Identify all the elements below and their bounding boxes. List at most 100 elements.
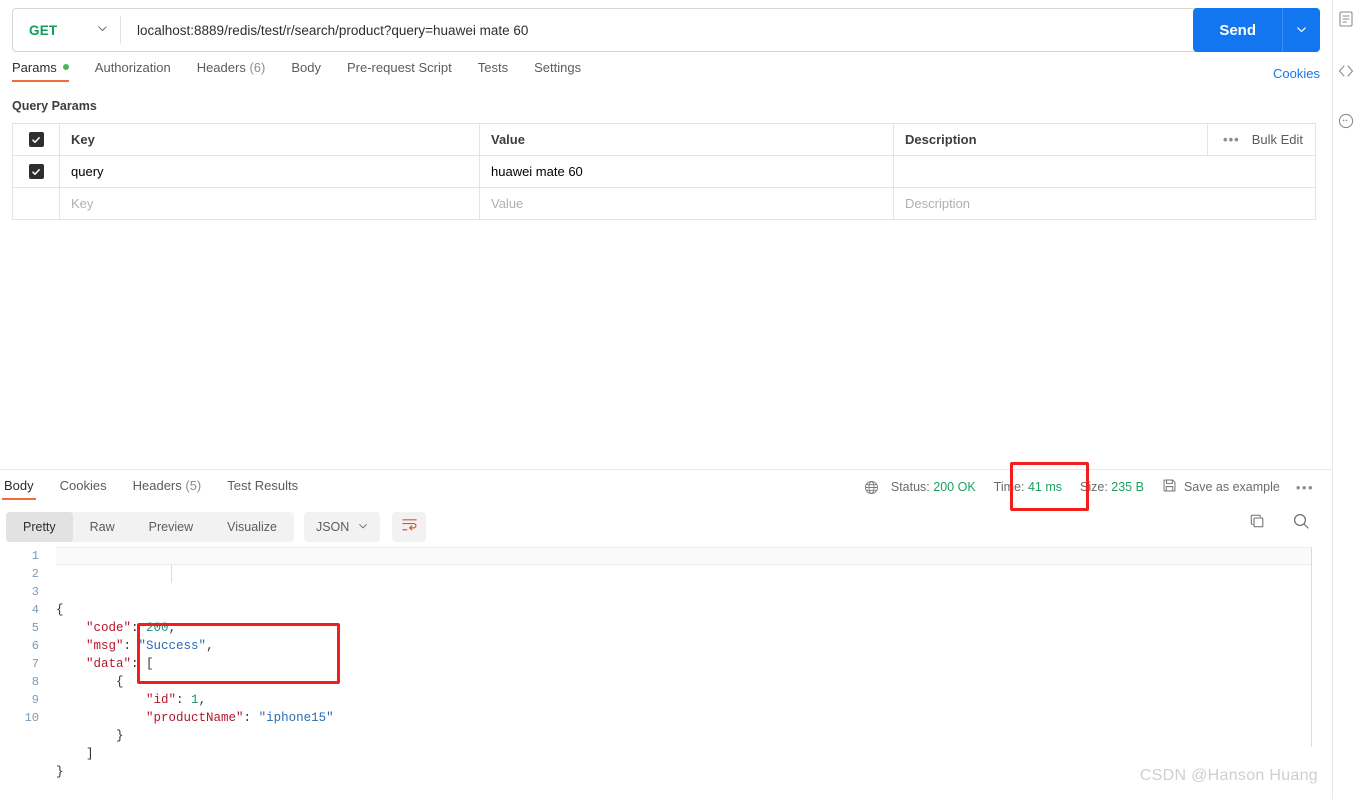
response-tab-test-results[interactable]: Test Results xyxy=(225,478,300,500)
bulk-edit-button[interactable]: Bulk Edit xyxy=(1252,132,1303,147)
response-tab-cookies[interactable]: Cookies xyxy=(58,478,109,500)
code-token: } xyxy=(56,729,124,743)
copy-icon[interactable] xyxy=(1249,513,1266,530)
globe-icon xyxy=(864,480,879,495)
code-line: ] xyxy=(56,745,1311,763)
line-number: 10 xyxy=(24,711,39,725)
send-button[interactable]: Send xyxy=(1193,8,1282,52)
main-panel: GET Send Params xyxy=(0,0,1332,799)
row-value-input[interactable]: huawei mate 60 xyxy=(480,156,894,187)
status-label: Status: xyxy=(890,480,930,494)
code-token: 200 xyxy=(146,621,169,635)
response-format-bar: Pretty Raw Preview Visualize JSON xyxy=(6,512,427,542)
url-input[interactable] xyxy=(121,9,1205,51)
response-divider xyxy=(0,469,1332,470)
code-token: : xyxy=(131,621,147,635)
documentation-icon[interactable] xyxy=(1337,10,1356,30)
chevron-down-icon xyxy=(1296,23,1307,38)
empty-row-key-input[interactable]: Key xyxy=(60,188,480,219)
row-select-cell xyxy=(13,156,60,187)
tab-tests-label: Tests xyxy=(477,60,509,75)
table-header-row: Key Value Description ••• Bulk Edit xyxy=(13,124,1315,156)
row-key-input[interactable]: query xyxy=(60,156,480,187)
header-key: Key xyxy=(60,124,480,155)
http-method-dropdown[interactable]: GET xyxy=(13,9,120,51)
tab-tests[interactable]: Tests xyxy=(478,60,508,82)
code-token: 1 xyxy=(191,693,199,707)
response-status-strip: Status: 200 OK Time: 41 ms Size: 235 B S… xyxy=(864,478,1314,496)
save-as-example-button[interactable]: Save as example xyxy=(1162,478,1280,496)
status-badge: Status: 200 OK xyxy=(891,480,976,494)
tab-params-label: Params xyxy=(12,60,57,75)
send-options-button[interactable] xyxy=(1282,8,1320,52)
code-token: "code" xyxy=(86,621,132,635)
request-url-row: GET Send xyxy=(12,8,1320,52)
code-token: ] xyxy=(56,747,94,761)
format-raw[interactable]: Raw xyxy=(73,512,132,542)
format-visualize[interactable]: Visualize xyxy=(210,512,294,542)
cookies-link[interactable]: Cookies xyxy=(1273,66,1320,81)
response-tab-test-results-label: Test Results xyxy=(227,478,299,493)
code-line: } xyxy=(56,763,1311,781)
tab-pre-request-script-label: Pre-request Script xyxy=(346,60,452,75)
row-checkbox[interactable] xyxy=(28,164,44,179)
format-preview[interactable]: Preview xyxy=(132,512,210,542)
tab-authorization[interactable]: Authorization xyxy=(95,60,171,82)
tab-params[interactable]: Params xyxy=(12,60,69,82)
response-more-options-icon[interactable]: ••• xyxy=(1296,480,1314,495)
chevron-down-icon xyxy=(97,21,108,39)
table-row: query huawei mate 60 xyxy=(13,156,1315,188)
code-content[interactable]: { "code": 200, "msg": "Success", "data":… xyxy=(56,547,1311,779)
code-token: "msg" xyxy=(86,639,124,653)
empty-row-description-input[interactable]: Description xyxy=(894,188,1315,219)
http-method-label: GET xyxy=(29,22,58,38)
tab-headers-label: Headers xyxy=(196,60,246,75)
query-params-table: Key Value Description ••• Bulk Edit quer… xyxy=(12,123,1316,220)
tab-headers-count: (6) xyxy=(249,60,266,75)
code-token: : xyxy=(176,693,192,707)
code-snippet-icon[interactable] xyxy=(1337,62,1356,82)
response-tab-body-label: Body xyxy=(4,478,34,493)
code-token: "data" xyxy=(86,657,132,671)
empty-row-select-cell xyxy=(13,188,60,219)
select-all-cell xyxy=(13,124,60,155)
size-label: Size: xyxy=(1080,480,1108,494)
tab-body[interactable]: Body xyxy=(291,60,321,82)
wrap-text-button[interactable] xyxy=(392,512,427,542)
tab-headers[interactable]: Headers (6) xyxy=(197,60,266,82)
response-tab-body[interactable]: Body xyxy=(2,478,36,500)
comments-icon[interactable] xyxy=(1337,112,1356,132)
select-all-checkbox[interactable] xyxy=(28,132,44,147)
line-number: 4 xyxy=(31,603,39,617)
tab-settings-label: Settings xyxy=(534,60,582,75)
line-number: 3 xyxy=(31,585,39,599)
code-line: "productName": "iphone15" xyxy=(56,709,1311,727)
size-badge: Size: 235 B xyxy=(1080,480,1144,494)
watermark: CSDN @Hanson Huang xyxy=(1139,767,1318,784)
save-as-example-label: Save as example xyxy=(1183,480,1280,494)
response-body-code[interactable]: 1 2 3 4 5 6 7 8 9 10 { "code": 200, "msg": "Succe… xyxy=(0,547,1332,779)
time-label: Time: xyxy=(993,480,1025,494)
tab-body-label: Body xyxy=(291,60,321,75)
code-token: : [ xyxy=(131,657,154,671)
response-tab-headers-count: (5) xyxy=(185,478,202,493)
response-tab-headers[interactable]: Headers (5) xyxy=(131,478,204,500)
tab-authorization-label: Authorization xyxy=(94,60,171,75)
code-token: , xyxy=(198,693,207,707)
row-description-input[interactable] xyxy=(894,156,1315,187)
format-segmented-control: Pretty Raw Preview Visualize xyxy=(6,512,294,542)
response-tab-headers-label: Headers xyxy=(132,478,182,493)
response-body-actions xyxy=(1249,512,1310,530)
tab-pre-request-script[interactable]: Pre-request Script xyxy=(347,60,452,82)
search-icon[interactable] xyxy=(1292,512,1310,530)
code-line: "id": 1, xyxy=(56,691,1311,709)
tab-settings[interactable]: Settings xyxy=(534,60,581,82)
postman-window: GET Send Params xyxy=(0,0,1356,799)
format-pretty[interactable]: Pretty xyxy=(6,512,73,542)
empty-row-value-input[interactable]: Value xyxy=(480,188,894,219)
more-options-icon[interactable]: ••• xyxy=(1223,132,1240,147)
code-line: { xyxy=(56,601,1311,619)
table-actions: ••• Bulk Edit xyxy=(1207,124,1315,155)
language-dropdown[interactable]: JSON xyxy=(303,512,381,542)
